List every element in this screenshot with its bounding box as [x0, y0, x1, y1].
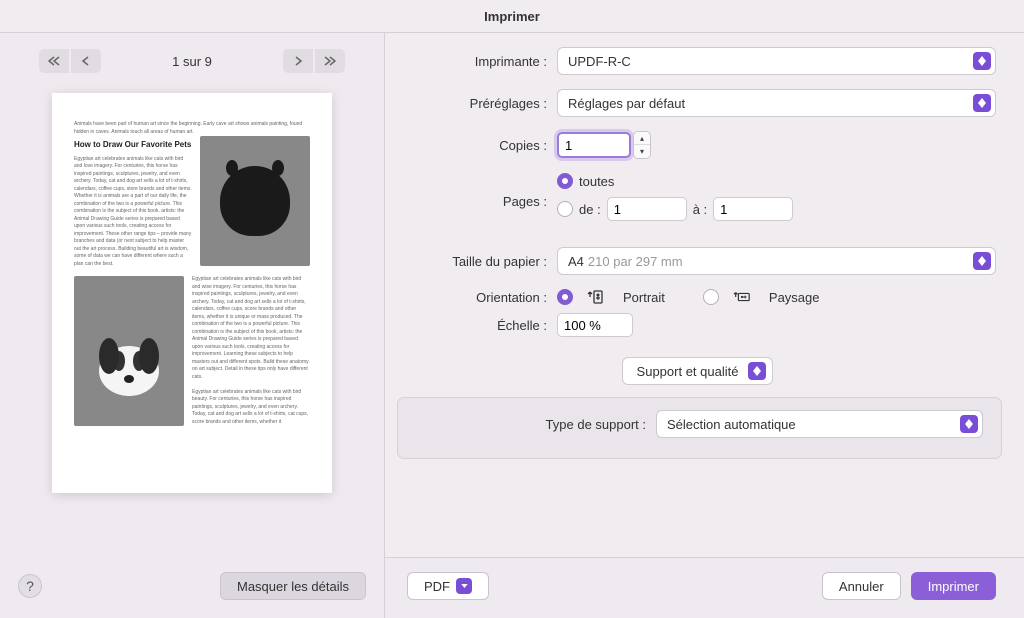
- preview-heading: How to Draw Our Favorite Pets: [74, 140, 192, 150]
- preview-text: Animals have been part of human art sinc…: [74, 121, 310, 136]
- printer-select[interactable]: UPDF-R-C: [557, 47, 996, 75]
- pages-from-input[interactable]: [607, 197, 687, 221]
- pages-range-radio[interactable]: [557, 201, 573, 217]
- print-dialog: Imprimer 1 sur 9 Animals have been part …: [0, 0, 1024, 618]
- chevron-updown-icon: [960, 415, 978, 433]
- chevron-updown-icon: [973, 252, 991, 270]
- next-page-button[interactable]: [283, 49, 313, 73]
- scale-input[interactable]: [557, 313, 633, 337]
- page-preview: Animals have been part of human art sinc…: [52, 93, 332, 493]
- content-area: 1 sur 9 Animals have been part of human …: [0, 32, 1024, 618]
- paper-size-select[interactable]: A4 210 par 297 mm: [557, 247, 996, 275]
- hide-details-button[interactable]: Masquer les détails: [220, 572, 366, 600]
- pages-label: Pages :: [399, 194, 557, 209]
- titlebar: Imprimer: [0, 0, 1024, 32]
- last-page-button[interactable]: [315, 49, 345, 73]
- copies-input[interactable]: [557, 132, 631, 158]
- portrait-icon: [587, 289, 605, 305]
- preview-text: Egyptian art celebrates animals like cat…: [192, 276, 310, 426]
- close-icon[interactable]: [996, 4, 1016, 24]
- settings-pane: Imprimante : UPDF-R-C Préréglages : Régl…: [385, 33, 1024, 618]
- scale-label: Échelle :: [399, 318, 557, 333]
- pdf-menu-button[interactable]: PDF: [407, 572, 489, 600]
- copies-label: Copies :: [399, 138, 557, 153]
- pages-to-label: à :: [693, 202, 707, 217]
- copies-step-down[interactable]: ▾: [634, 145, 650, 158]
- copies-stepper: ▴ ▾: [633, 131, 651, 159]
- portrait-label: Portrait: [623, 290, 665, 305]
- paper-size-label: Taille du papier :: [399, 254, 557, 269]
- media-type-select[interactable]: Sélection automatique: [656, 410, 983, 438]
- preview-pane: 1 sur 9 Animals have been part of human …: [0, 33, 385, 618]
- page-nav: 1 sur 9: [0, 33, 384, 83]
- printer-value: UPDF-R-C: [568, 54, 631, 69]
- section-select[interactable]: Support et qualité: [622, 357, 774, 385]
- preview-image-pug: [200, 136, 310, 266]
- landscape-label: Paysage: [769, 290, 820, 305]
- pages-all-label: toutes: [579, 174, 614, 189]
- nav-forward-group: [282, 49, 346, 73]
- pages-all-radio[interactable]: [557, 173, 573, 189]
- print-button[interactable]: Imprimer: [911, 572, 996, 600]
- section-label: Support et qualité: [637, 364, 739, 379]
- chevron-updown-icon: [973, 94, 991, 112]
- preview-image-dog: [74, 276, 184, 426]
- presets-select[interactable]: Réglages par défaut: [557, 89, 996, 117]
- media-quality-panel: Type de support : Sélection automatique: [397, 397, 1002, 459]
- prev-page-button[interactable]: [71, 49, 101, 73]
- copies-step-up[interactable]: ▴: [634, 132, 650, 145]
- cancel-button[interactable]: Annuler: [822, 572, 901, 600]
- page-indicator: 1 sur 9: [172, 54, 212, 69]
- paper-size-value: A4: [568, 254, 584, 269]
- media-type-value: Sélection automatique: [667, 417, 796, 432]
- first-page-button[interactable]: [39, 49, 69, 73]
- landscape-radio[interactable]: [703, 289, 719, 305]
- chevron-updown-icon: [748, 362, 766, 380]
- settings-form: Imprimante : UPDF-R-C Préréglages : Régl…: [385, 33, 1024, 557]
- preview-area: Animals have been part of human art sinc…: [0, 83, 384, 558]
- window-title: Imprimer: [484, 9, 540, 24]
- printer-label: Imprimante :: [399, 54, 557, 69]
- chevron-updown-icon: [973, 52, 991, 70]
- portrait-radio[interactable]: [557, 289, 573, 305]
- sidebar-footer: ? Masquer les détails: [0, 558, 384, 618]
- preview-text: Egyptian art celebrates animals like cat…: [74, 156, 192, 269]
- presets-value: Réglages par défaut: [568, 96, 685, 111]
- chevron-down-icon: [456, 578, 472, 594]
- help-button[interactable]: ?: [18, 574, 42, 598]
- paper-size-hint: 210 par 297 mm: [588, 254, 683, 269]
- presets-label: Préréglages :: [399, 96, 557, 111]
- orientation-label: Orientation :: [399, 290, 557, 305]
- media-type-label: Type de support :: [408, 417, 656, 432]
- pages-to-input[interactable]: [713, 197, 793, 221]
- nav-back-group: [38, 49, 102, 73]
- pages-from-label: de :: [579, 202, 601, 217]
- dialog-footer: PDF Annuler Imprimer: [385, 557, 1024, 618]
- landscape-icon: [733, 289, 751, 305]
